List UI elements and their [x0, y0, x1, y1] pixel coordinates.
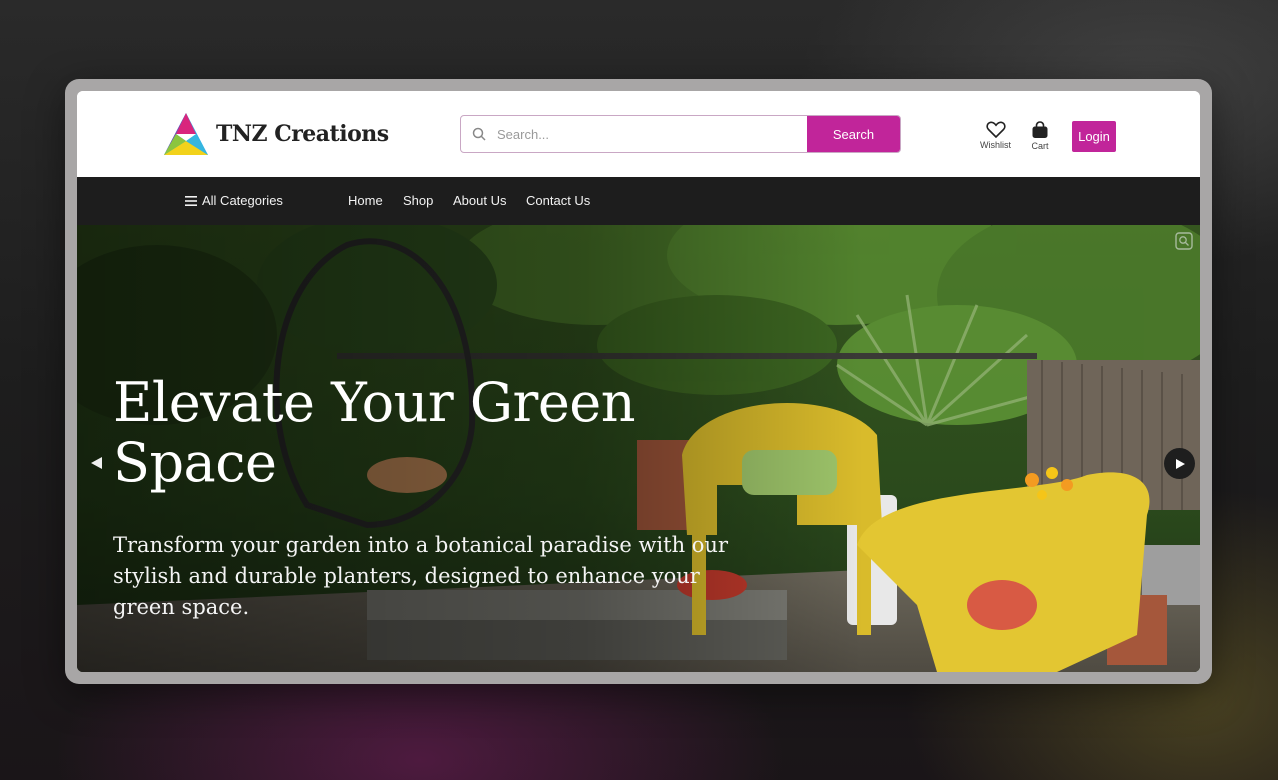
- chevron-left-icon[interactable]: [89, 455, 105, 471]
- search-input[interactable]: [497, 116, 807, 152]
- search-icon: [461, 116, 497, 152]
- all-categories-label: All Categories: [202, 193, 283, 208]
- hero-title: Elevate Your Green Space: [113, 371, 636, 494]
- search-bar: Search: [460, 115, 901, 153]
- nav-link-shop[interactable]: Shop: [403, 193, 433, 208]
- wishlist-button[interactable]: Wishlist: [980, 121, 1011, 150]
- wishlist-label: Wishlist: [980, 140, 1011, 150]
- nav-link-home[interactable]: Home: [348, 193, 383, 208]
- nav-link-about[interactable]: About Us: [453, 193, 506, 208]
- hero-banner: Elevate Your Green Space Transform your …: [77, 225, 1200, 672]
- brand-name: TNZ Creations: [216, 121, 389, 147]
- shopping-bag-icon: [1032, 121, 1048, 138]
- nav-link-contact[interactable]: Contact Us: [526, 193, 590, 208]
- browser-viewport: TNZ Creations Search Wishlist Car: [77, 91, 1200, 672]
- hero-description: Transform your garden into a botanical p…: [113, 533, 728, 619]
- heart-icon: [985, 121, 1006, 138]
- image-search-icon[interactable]: [1174, 231, 1194, 251]
- main-nav: All Categories Home Shop About Us Contac…: [77, 177, 1200, 225]
- play-right-icon: [1175, 458, 1185, 469]
- carousel-next-button[interactable]: [1164, 448, 1195, 479]
- all-categories-menu[interactable]: All Categories: [185, 193, 283, 208]
- cart-label: Cart: [1031, 141, 1049, 151]
- menu-icon: [185, 195, 197, 206]
- login-button[interactable]: Login: [1072, 121, 1116, 152]
- cart-button[interactable]: Cart: [1031, 121, 1049, 151]
- logo-triangle-icon: [164, 113, 208, 155]
- site-header: TNZ Creations Search Wishlist Car: [77, 91, 1200, 177]
- brand-logo[interactable]: TNZ Creations: [162, 111, 389, 157]
- search-button[interactable]: Search: [807, 116, 900, 152]
